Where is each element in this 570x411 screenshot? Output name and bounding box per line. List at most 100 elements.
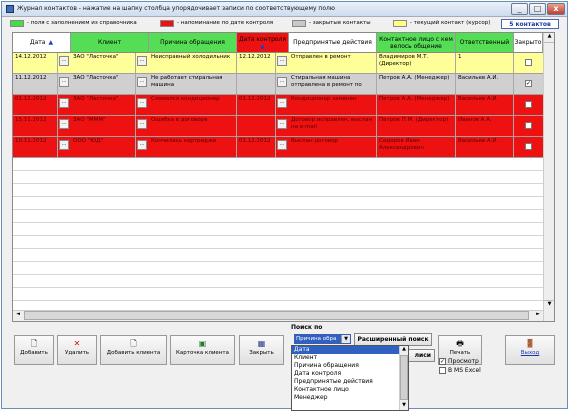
- pick-button[interactable]: ...: [59, 77, 69, 87]
- table-row[interactable]: 10.11.2012... ООО "ЮД"... Кончилась картри…: [13, 137, 543, 158]
- cell-reason[interactable]: Кончилась картриджи: [149, 137, 237, 158]
- close-window-button[interactable]: x: [547, 3, 565, 15]
- dropdown-scroll-thumb[interactable]: [400, 355, 408, 400]
- column-header-responsible[interactable]: Ответственный: [456, 33, 514, 53]
- excel-checkbox[interactable]: [439, 367, 446, 374]
- minimize-button[interactable]: _: [511, 3, 528, 15]
- cell-ctrl_date[interactable]: 01.12.2012: [237, 95, 276, 116]
- cell-date[interactable]: 11.12.2012: [13, 74, 58, 95]
- cell-client[interactable]: ЗАО "МММ": [71, 116, 136, 137]
- scroll-down-icon[interactable]: ▼: [544, 300, 554, 310]
- client-card-button[interactable]: ▣ Карточка клиента: [170, 335, 235, 365]
- cell-client[interactable]: ЗАО "Ласточка": [71, 74, 136, 95]
- search-field-dropdown[interactable]: Дата Клиент Причина обращения Дата контроля…: [291, 345, 409, 411]
- scroll-thumb[interactable]: [24, 311, 529, 320]
- dropdown-option[interactable]: Контактное лицо: [292, 386, 408, 394]
- cell-ctrl_date[interactable]: 12.12.2012: [237, 53, 276, 74]
- cell-action[interactable]: Стиральная машина отправлена в ремонт по: [289, 74, 377, 95]
- closed-checkbox[interactable]: [525, 59, 532, 66]
- column-header-actions[interactable]: Предпринятые действия: [289, 33, 377, 53]
- add-button[interactable]: 🗋 Добавить: [14, 335, 54, 365]
- cell-date[interactable]: 14.12.2012: [13, 53, 58, 74]
- cell-date[interactable]: 15.11.2012: [13, 116, 58, 137]
- dropdown-option[interactable]: Причина обращения: [292, 362, 408, 370]
- column-header-closed[interactable]: Закрыто: [514, 33, 543, 53]
- cell-reason[interactable]: Сломался кондиционер: [149, 95, 237, 116]
- pick-button[interactable]: ...: [59, 140, 69, 150]
- scroll-up-icon[interactable]: ▲: [400, 346, 408, 354]
- pick-button[interactable]: ...: [137, 77, 147, 87]
- cell-resp[interactable]: Васильев А.И.: [456, 137, 514, 158]
- closed-checkbox[interactable]: [525, 143, 532, 150]
- column-header-reason[interactable]: Причина обращения: [149, 33, 237, 53]
- add-client-button[interactable]: 🗋 Добавить клиента: [100, 335, 167, 365]
- horizontal-scrollbar[interactable]: ◄ ►: [13, 310, 543, 321]
- cell-resp[interactable]: Васильев А.И.: [456, 95, 514, 116]
- pick-button[interactable]: ...: [277, 119, 287, 129]
- table-row[interactable]: 11.12.2012... ЗАО "Ласточка"... Не работае…: [13, 74, 543, 95]
- pick-button[interactable]: ...: [137, 98, 147, 108]
- table-row[interactable]: 14.12.2012... ЗАО "Ласточка"... Неисправны…: [13, 53, 543, 74]
- close-contact-button[interactable]: ▦ Закрыть: [239, 335, 284, 365]
- pick-button[interactable]: ...: [137, 119, 147, 129]
- dropdown-option[interactable]: Дата контроля: [292, 370, 408, 378]
- maximize-button[interactable]: □: [529, 3, 546, 15]
- pick-button[interactable]: ...: [59, 56, 69, 66]
- pick-button[interactable]: ...: [277, 77, 287, 87]
- cell-contact[interactable]: Сидоров Иван Александрович: [377, 137, 456, 158]
- pick-button[interactable]: ...: [277, 56, 287, 66]
- cell-ctrl_date[interactable]: [237, 116, 276, 137]
- dropdown-option[interactable]: Менеджер: [292, 394, 408, 402]
- dropdown-option[interactable]: Дата: [292, 346, 399, 354]
- column-header-control-date[interactable]: Дата контроля ▲: [237, 33, 289, 53]
- cell-action[interactable]: Выслан договор: [289, 137, 377, 158]
- cell-client[interactable]: ЗАО "Ласточка": [71, 95, 136, 116]
- cell-resp[interactable]: Иванов А.А.: [456, 116, 514, 137]
- cell-date[interactable]: 01.12.2012: [13, 95, 58, 116]
- dropdown-option[interactable]: Предпринятые действия: [292, 378, 408, 386]
- pick-button[interactable]: ...: [277, 140, 287, 150]
- table-row[interactable]: 01.12.2012... ЗАО "Ласточка"... Сломался к…: [13, 95, 543, 116]
- table-row[interactable]: 15.11.2012... ЗАО "МММ"... Ошибка в догово…: [13, 116, 543, 137]
- scroll-up-icon[interactable]: ▲: [544, 33, 554, 43]
- cell-reason[interactable]: Не работает стиральная машина: [149, 74, 237, 95]
- cell-ctrl_date[interactable]: 01.12.2012: [237, 137, 276, 158]
- column-header-date[interactable]: Дата ▲: [13, 33, 71, 53]
- closed-checkbox[interactable]: ✓: [525, 80, 532, 87]
- scroll-right-icon[interactable]: ►: [533, 311, 543, 321]
- cell-action[interactable]: Отправлен в ремонт: [289, 53, 377, 74]
- cell-contact[interactable]: Петров А.А. (Менеджер): [377, 74, 456, 95]
- cell-resp[interactable]: 1: [456, 53, 514, 74]
- pick-button[interactable]: ...: [137, 140, 147, 150]
- pick-button[interactable]: ...: [137, 56, 147, 66]
- column-header-client[interactable]: Клиент: [71, 33, 149, 53]
- pick-button[interactable]: ...: [277, 98, 287, 108]
- cell-contact[interactable]: Петров П.М. (Директор): [377, 116, 456, 137]
- cell-contact[interactable]: Петров А.А. (Менеджер): [377, 95, 456, 116]
- cell-resp[interactable]: Васильев А.И.: [456, 74, 514, 95]
- cell-client[interactable]: ЗАО "Ласточка": [71, 53, 136, 74]
- closed-checkbox[interactable]: [525, 101, 532, 108]
- preview-checkbox[interactable]: ✓: [439, 358, 446, 365]
- pick-button[interactable]: ...: [59, 98, 69, 108]
- cell-date[interactable]: 10.11.2012: [13, 137, 58, 158]
- column-header-contact-person[interactable]: Контактное лицо с кем велось общение: [377, 33, 456, 53]
- delete-button[interactable]: ✕ Удалить: [57, 335, 97, 365]
- cell-action[interactable]: Кондиционер заменен: [289, 95, 377, 116]
- scroll-down-icon[interactable]: ▼: [400, 402, 408, 410]
- dropdown-scrollbar[interactable]: ▲ ▼: [399, 346, 408, 410]
- cell-action[interactable]: Договор исправлен, выслан на e-mail: [289, 116, 377, 137]
- cell-ctrl_date[interactable]: [237, 74, 276, 95]
- vertical-scrollbar[interactable]: ▲ ▼: [543, 33, 554, 321]
- pick-button[interactable]: ...: [59, 119, 69, 129]
- dropdown-option[interactable]: Клиент: [292, 354, 408, 362]
- cell-contact[interactable]: Владимиров М.Т. (Директор): [377, 53, 456, 74]
- chevron-down-icon[interactable]: ▼: [341, 335, 350, 343]
- closed-checkbox[interactable]: [525, 122, 532, 129]
- search-field-select[interactable]: Причина обра ▼: [294, 334, 351, 344]
- cell-client[interactable]: ООО "ЮД": [71, 137, 136, 158]
- scroll-left-icon[interactable]: ◄: [13, 311, 23, 321]
- cell-reason[interactable]: Ошибка в договоре: [149, 116, 237, 137]
- exit-button[interactable]: 🚪 Выход: [505, 335, 555, 365]
- cell-reason[interactable]: Неисправный холодильник: [149, 53, 237, 74]
